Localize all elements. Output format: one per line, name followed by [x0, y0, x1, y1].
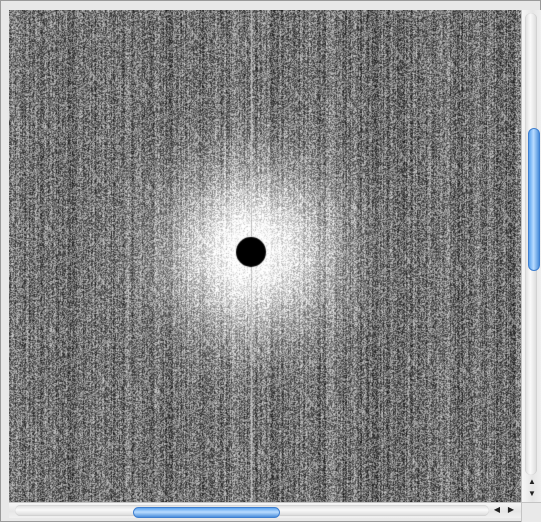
- spectrum-image: [9, 10, 521, 502]
- triangle-left-icon[interactable]: ◀: [491, 504, 503, 516]
- horizontal-scrollbar-thumb[interactable]: [133, 507, 280, 518]
- triangle-right-icon[interactable]: ▶: [505, 504, 517, 516]
- triangle-up-icon[interactable]: ▲: [526, 476, 538, 488]
- resize-corner[interactable]: [521, 502, 541, 522]
- image-viewport[interactable]: [9, 10, 521, 502]
- horizontal-scrollbar[interactable]: ◀ ▶: [9, 502, 521, 518]
- vertical-scrollbar-thumb[interactable]: [528, 128, 540, 271]
- vertical-scrollbar-track[interactable]: [525, 13, 540, 475]
- vertical-scrollbar[interactable]: ▲ ▼: [521, 10, 541, 502]
- triangle-down-icon[interactable]: ▼: [526, 488, 538, 500]
- horizontal-scrollbar-track[interactable]: [15, 505, 489, 518]
- image-window: ▲ ▼ ◀ ▶: [0, 0, 541, 522]
